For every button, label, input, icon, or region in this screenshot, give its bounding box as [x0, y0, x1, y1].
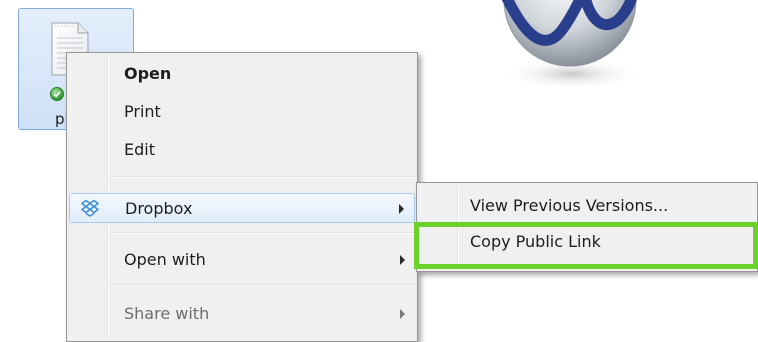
menu-item-open-with[interactable]: Open with — [69, 245, 415, 275]
menu-item-label: Open — [124, 64, 172, 83]
menu-item-label: Dropbox — [125, 199, 193, 218]
dropbox-submenu: View Previous Versions... Copy Public Li… — [416, 182, 758, 272]
menu-item-label: Share with — [124, 304, 210, 323]
dropbox-icon — [81, 199, 99, 217]
menu-item-label: Open with — [124, 250, 206, 269]
menu-separator — [110, 284, 415, 286]
menu-item-label: Copy Public Link — [470, 232, 601, 251]
menu-item-label: Print — [124, 102, 161, 121]
app-logo-icon — [484, 0, 660, 94]
menu-separator — [110, 232, 415, 234]
menu-item-view-previous-versions[interactable]: View Previous Versions... — [419, 191, 755, 221]
menu-item-edit[interactable]: Edit — [69, 135, 415, 165]
menu-item-label: Edit — [124, 140, 155, 159]
menu-item-copy-public-link[interactable]: Copy Public Link — [419, 227, 755, 257]
submenu-arrow-icon — [400, 255, 405, 265]
menu-item-share-with[interactable]: Share with — [69, 299, 415, 329]
menu-item-open[interactable]: Open — [69, 59, 415, 89]
sync-check-icon — [50, 87, 64, 101]
menu-item-label: View Previous Versions... — [470, 196, 669, 215]
menu-item-dropbox[interactable]: Dropbox — [69, 193, 415, 223]
submenu-arrow-icon — [399, 204, 404, 214]
context-menu: Open Print Edit Dropbox Open with Share … — [66, 52, 418, 342]
menu-separator — [110, 176, 415, 178]
submenu-arrow-icon — [400, 309, 405, 319]
menu-item-print[interactable]: Print — [69, 97, 415, 127]
